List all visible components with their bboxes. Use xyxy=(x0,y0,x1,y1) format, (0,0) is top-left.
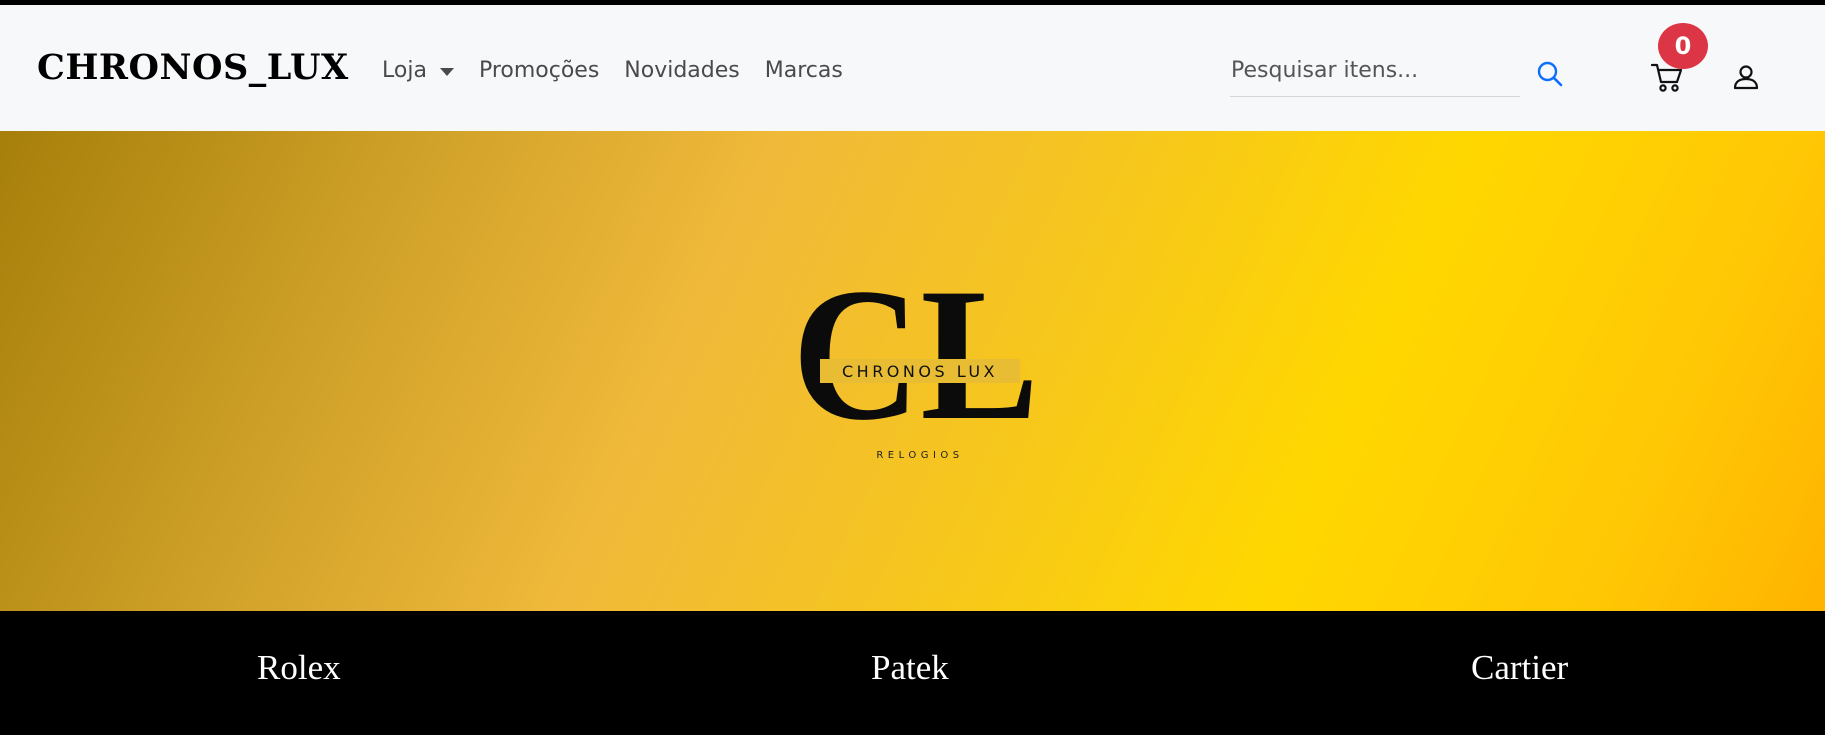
logo-wordmark: CHRONOS LUX xyxy=(842,362,998,381)
brand-logo[interactable]: CHRONOS_LUX xyxy=(37,47,349,88)
nav-loja-label: Loja xyxy=(382,58,427,83)
brand-link-patek[interactable]: Patek xyxy=(871,648,949,688)
search-box xyxy=(1230,45,1520,97)
brand-bar: Rolex Patek Cartier xyxy=(0,611,1825,735)
nav-loja-dropdown[interactable]: Loja xyxy=(382,58,454,83)
logo-tagline: RELOGIOS xyxy=(876,450,963,461)
brand-link-cartier[interactable]: Cartier xyxy=(1471,648,1568,688)
brand-link-rolex[interactable]: Rolex xyxy=(257,648,341,688)
user-icon xyxy=(1733,65,1759,90)
search-button[interactable] xyxy=(1536,60,1564,88)
chevron-down-icon xyxy=(439,68,454,76)
search-input[interactable] xyxy=(1230,45,1520,96)
main-nav: Loja Promoções Novidades Marcas xyxy=(382,58,868,83)
account-button[interactable] xyxy=(1732,63,1760,91)
chronos-lux-logo: CL CHRONOS LUX RELOGIOS xyxy=(792,271,1039,461)
search-icon xyxy=(1537,61,1563,87)
nav-promocoes[interactable]: Promoções xyxy=(479,58,599,83)
navbar: CHRONOS_LUX Loja Promoções Novidades Mar… xyxy=(0,5,1825,131)
hero-banner: CL CHRONOS LUX RELOGIOS xyxy=(0,131,1825,611)
nav-marcas[interactable]: Marcas xyxy=(765,58,843,83)
nav-novidades[interactable]: Novidades xyxy=(624,58,739,83)
cart-count-badge: 0 xyxy=(1658,23,1708,69)
